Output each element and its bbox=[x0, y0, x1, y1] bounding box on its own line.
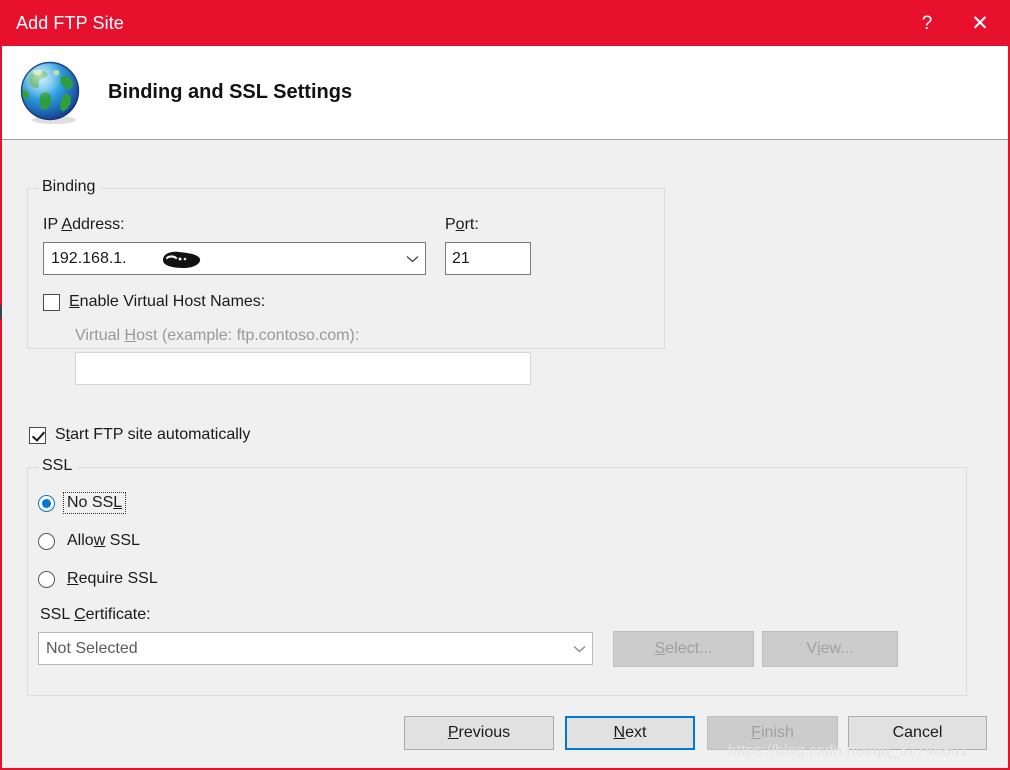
ssl-certificate-value: Not Selected bbox=[46, 639, 138, 657]
allow-ssl-label: Allow SSL bbox=[67, 532, 140, 549]
next-button[interactable]: Next bbox=[565, 716, 695, 750]
require-ssl-label: Require SSL bbox=[67, 570, 158, 587]
no-ssl-label: No SSL bbox=[62, 492, 127, 514]
ssl-option-no-ssl[interactable]: No SSL bbox=[38, 492, 127, 514]
ssl-certificate-label: SSL Certificate: bbox=[40, 606, 151, 623]
enable-virtual-host-names-checkbox[interactable] bbox=[43, 293, 60, 311]
ip-address-label: IP Address: bbox=[43, 216, 125, 233]
add-ftp-site-dialog: Add FTP Site ? ✕ Binding and SSL Setting… bbox=[0, 0, 1010, 770]
enable-virtual-host-names-label: Enable Virtual Host Names: bbox=[69, 293, 266, 310]
finish-button[interactable]: Finish bbox=[707, 716, 838, 750]
ssl-certificate-combo[interactable]: Not Selected bbox=[38, 632, 593, 665]
title-bar: Add FTP Site ? ✕ bbox=[0, 0, 1010, 46]
help-icon[interactable]: ? bbox=[904, 0, 950, 46]
start-ftp-site-automatically-label: Start FTP site automatically bbox=[55, 426, 251, 443]
ip-address-combo[interactable]: 192.168.1. bbox=[43, 242, 426, 275]
ssl-option-require-ssl[interactable]: Require SSL bbox=[38, 569, 161, 589]
binding-group-legend: Binding bbox=[39, 178, 101, 196]
page-title: Binding and SSL Settings bbox=[108, 81, 353, 103]
require-ssl-radio[interactable] bbox=[38, 570, 55, 588]
port-label: Port: bbox=[445, 216, 479, 233]
port-input[interactable] bbox=[445, 242, 531, 275]
virtual-host-label: Virtual Host (example: ftp.contoso.com): bbox=[75, 327, 360, 344]
select-certificate-button[interactable]: Select... bbox=[613, 631, 754, 667]
window-title: Add FTP Site bbox=[16, 12, 124, 33]
ssl-group-legend: SSL bbox=[39, 457, 78, 475]
previous-button[interactable]: Previous bbox=[404, 716, 554, 750]
enable-virtual-host-names-row[interactable]: Enable Virtual Host Names: bbox=[43, 293, 265, 311]
close-icon[interactable]: ✕ bbox=[950, 0, 1010, 46]
no-ssl-radio[interactable] bbox=[38, 494, 55, 512]
ssl-option-allow-ssl[interactable]: Allow SSL bbox=[38, 531, 143, 551]
chevron-down-icon[interactable] bbox=[566, 645, 592, 653]
title-bar-buttons: ? ✕ bbox=[904, 0, 1010, 46]
chevron-down-icon[interactable] bbox=[399, 255, 425, 263]
start-ftp-site-automatically-row[interactable]: Start FTP site automatically bbox=[29, 426, 250, 444]
allow-ssl-radio[interactable] bbox=[38, 532, 55, 550]
virtual-host-input[interactable] bbox=[75, 352, 531, 385]
dialog-body: Binding IP Address: 192.168.1. Port: Ena… bbox=[2, 141, 1008, 766]
globe-icon bbox=[20, 61, 80, 124]
dialog-header: Binding and SSL Settings bbox=[2, 46, 1008, 140]
ip-address-value: 192.168.1. bbox=[51, 249, 127, 267]
cancel-button[interactable]: Cancel bbox=[848, 716, 987, 750]
view-certificate-button[interactable]: Vi ew... bbox=[762, 631, 898, 667]
start-ftp-site-automatically-checkbox[interactable] bbox=[29, 426, 46, 444]
